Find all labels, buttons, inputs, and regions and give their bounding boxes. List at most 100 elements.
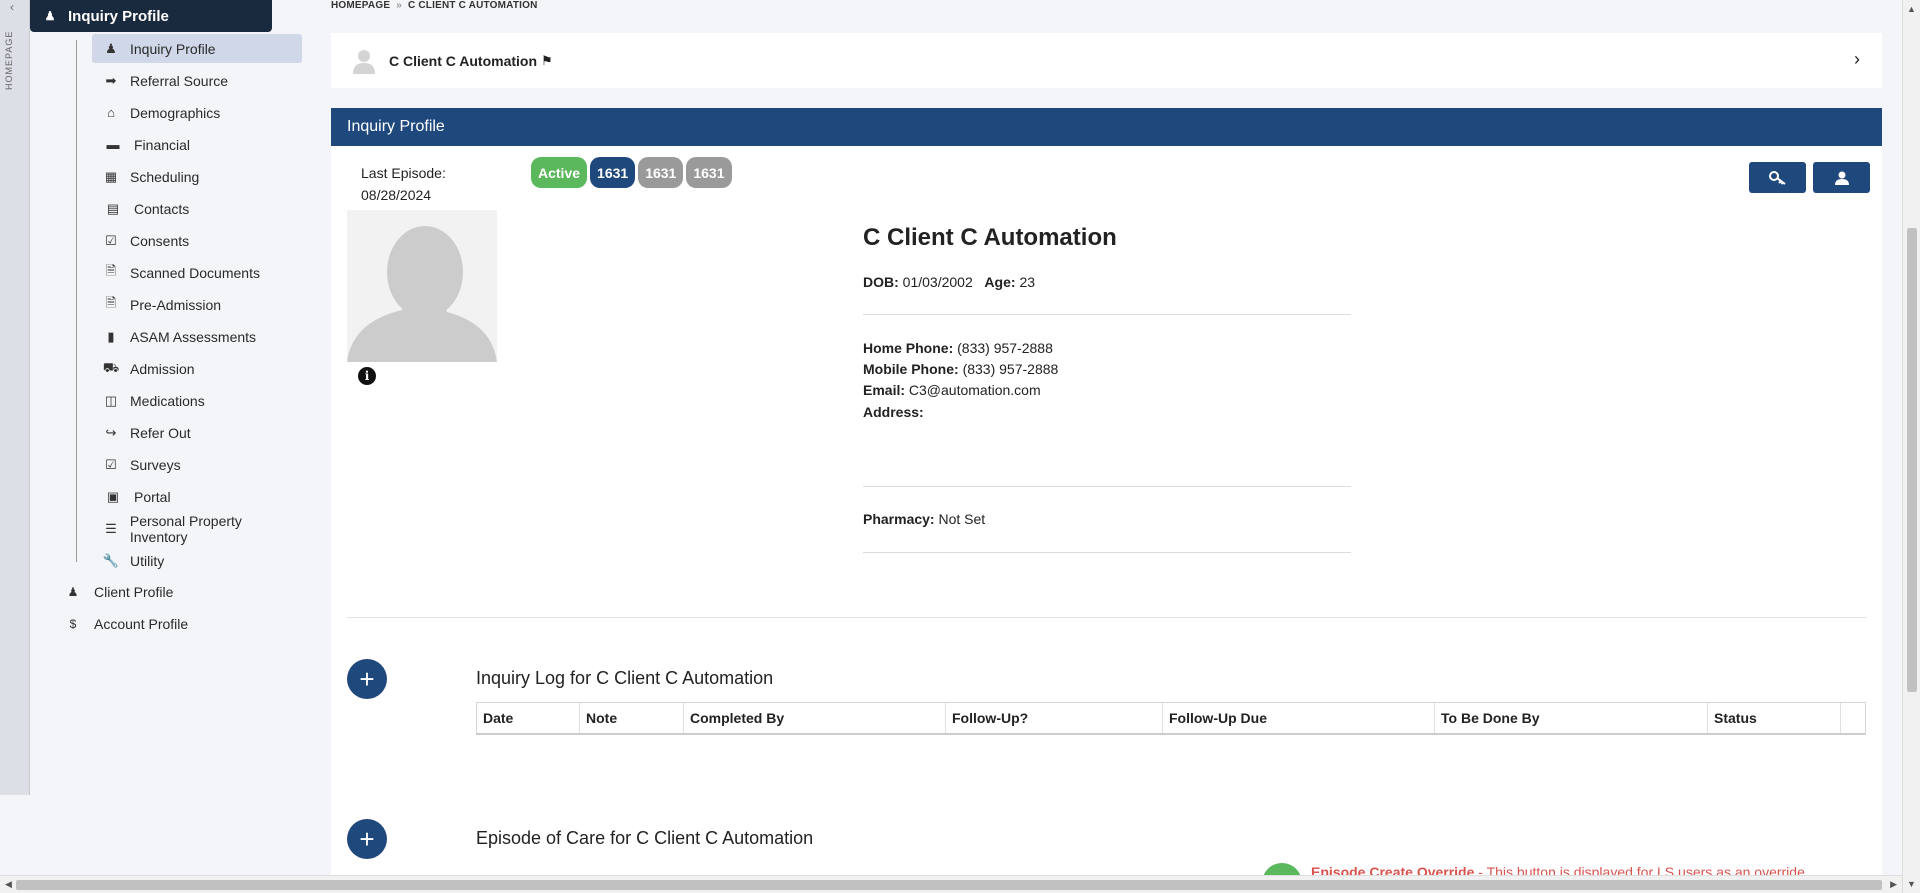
email-line: Email: C3@automation.com	[863, 382, 1041, 398]
client-full-name: C Client C Automation	[863, 224, 1117, 251]
status-badges: Active 1631 1631 1631	[531, 157, 732, 188]
client-header-bar[interactable]: C Client C Automation ⚑ ›	[331, 33, 1882, 88]
sidebar-item-consents[interactable]: ☑ Consents	[92, 226, 302, 255]
id-badge: 1631	[590, 157, 636, 188]
sidebar-item-utility[interactable]: 🔧 Utility	[92, 546, 302, 575]
scroll-up-icon[interactable]: ▲	[1907, 4, 1916, 14]
sidebar-item-label: Portal	[134, 488, 171, 505]
sidebar-item-demographics[interactable]: ⌂ Demographics	[92, 98, 302, 127]
column-header-follow-up-due[interactable]: Follow-Up Due	[1163, 703, 1435, 733]
last-episode: Last Episode: 08/28/2024	[361, 162, 446, 206]
sidebar-item-label: Consents	[130, 232, 190, 249]
home-phone-line: Home Phone: (833) 957-2888	[863, 340, 1053, 356]
address-card-icon: ▤	[106, 200, 120, 216]
sidebar-item-admission[interactable]: ⛟ Admission	[92, 354, 302, 383]
sidebar-item-label: Refer Out	[130, 424, 191, 441]
sidebar-item-asam-assessments[interactable]: ▮ ASAM Assessments	[92, 322, 302, 351]
section-divider	[347, 617, 1867, 618]
breadcrumb-separator: »	[396, 0, 402, 11]
sidebar-item-inquiry-profile-active[interactable]: ♟ Inquiry Profile	[30, 0, 272, 32]
info-icon[interactable]: i	[358, 367, 376, 385]
tree-line	[76, 40, 77, 562]
sidebar-item-inquiry-profile[interactable]: ♟ Inquiry Profile	[92, 34, 302, 63]
dob-age-line: DOB: 01/03/2002 Age: 23	[863, 274, 1035, 290]
sidebar-item-medications[interactable]: ◫ Medications	[92, 386, 302, 415]
sidebar-item-account-profile[interactable]: $ Account Profile	[66, 610, 189, 638]
sidebar-item-label: Account Profile	[94, 616, 189, 632]
client-name: C Client C Automation	[389, 52, 538, 69]
email-value[interactable]: C3@automation.com	[909, 382, 1041, 398]
sidebar-item-pre-admission[interactable]: 🗎 Pre-Admission	[92, 290, 302, 319]
sidebar-item-label: Personal Property Inventory	[129, 512, 242, 545]
flag-icon[interactable]: ⚑	[541, 53, 553, 69]
laptop-icon: ▣	[106, 488, 120, 504]
column-header-completed-by[interactable]: Completed By	[684, 703, 946, 733]
column-header-to-be-done-by[interactable]: To Be Done By	[1435, 703, 1708, 733]
user-icon: ♟	[105, 40, 117, 56]
list-icon: ☰	[105, 520, 117, 536]
key-button[interactable]	[1749, 162, 1806, 193]
horizontal-scroll-thumb[interactable]	[16, 880, 1882, 890]
inquiry-log-table-header: Date Note Completed By Follow-Up? Follow…	[476, 702, 1866, 735]
id-badge: 1631	[686, 157, 732, 188]
last-episode-date: 08/28/2024	[361, 187, 432, 203]
id-badge: 1631	[638, 157, 684, 188]
user-icon	[1834, 171, 1849, 185]
column-header-date[interactable]: Date	[477, 703, 580, 733]
sidebar-item-portal[interactable]: ▣ Portal	[92, 482, 302, 511]
pharmacy-value: Not Set	[938, 511, 986, 527]
sidebar-item-label: Surveys	[130, 456, 181, 473]
mobile-phone-line: Mobile Phone: (833) 957-2888	[863, 361, 1058, 377]
client-photo-placeholder[interactable]	[347, 210, 497, 362]
pharmacy-line: Pharmacy: Not Set	[863, 511, 985, 527]
sidebar-item-label: Client Profile	[94, 584, 174, 600]
column-header-status[interactable]: Status	[1708, 703, 1841, 733]
add-episode-button[interactable]: +	[347, 819, 387, 859]
sidebar-item-refer-out[interactable]: ↪ Refer Out	[92, 418, 302, 447]
column-header-follow-up[interactable]: Follow-Up?	[946, 703, 1163, 733]
sign-out-icon: ↪	[105, 424, 117, 440]
sidebar-item-personal-property-inventory[interactable]: ☰ Personal Property Inventory	[92, 512, 302, 545]
add-inquiry-log-button[interactable]: +	[347, 659, 387, 699]
breadcrumb-home[interactable]: HOMEPAGE	[331, 0, 390, 11]
sidebar-item-scanned-documents[interactable]: 🗎 Scanned Documents	[92, 258, 302, 287]
home-icon: ⌂	[107, 105, 115, 120]
plus-icon: +	[359, 664, 375, 694]
sidebar-item-client-profile[interactable]: ♟ Client Profile	[66, 578, 174, 606]
episode-of-care-title: Episode of Care for C Client C Automatio…	[476, 828, 814, 848]
file-icon: 🗎	[105, 294, 117, 310]
sidebar-item-label: Contacts	[134, 200, 190, 217]
sidebar-active-label: Inquiry Profile	[68, 7, 169, 25]
sidebar-item-label: Medications	[130, 392, 205, 409]
chevron-left-icon[interactable]: ‹	[10, 0, 14, 14]
mobile-phone-label: Mobile Phone:	[863, 361, 959, 377]
sidebar-item-financial[interactable]: ▬ Financial	[92, 130, 302, 159]
vertical-scroll-thumb[interactable]	[1907, 228, 1917, 692]
panel-title: Inquiry Profile	[347, 118, 445, 135]
scroll-left-icon[interactable]: ◀	[5, 879, 12, 890]
collapsed-rail[interactable]: ‹ HOMEPAGE	[0, 0, 30, 795]
sidebar-item-label: Demographics	[130, 104, 221, 121]
sidebar-item-surveys[interactable]: ☑ Surveys	[92, 450, 302, 479]
scroll-right-icon[interactable]: ▶	[1890, 879, 1897, 890]
user-icon: ♟	[44, 9, 56, 23]
car-icon: ⛟	[102, 359, 120, 375]
vertical-scrollbar[interactable]: ▲ ▼	[1902, 0, 1920, 893]
sidebar-item-referral-source[interactable]: ➡ Referral Source	[92, 66, 302, 95]
column-header-note[interactable]: Note	[580, 703, 684, 733]
sidebar-item-label: Scheduling	[130, 168, 200, 185]
sidebar-item-scheduling[interactable]: ▦ Scheduling	[92, 162, 302, 191]
file-icon: 🗎	[105, 262, 117, 278]
user-button[interactable]	[1813, 162, 1870, 193]
scroll-down-icon[interactable]: ▼	[1907, 879, 1916, 889]
credit-card-icon: ▬	[106, 137, 120, 152]
email-label: Email:	[863, 382, 906, 398]
sidebar-item-contacts[interactable]: ▤ Contacts	[92, 194, 302, 223]
rail-homepage-label[interactable]: HOMEPAGE	[4, 30, 14, 90]
chevron-right-icon[interactable]: ›	[1854, 49, 1860, 70]
avatar	[353, 48, 375, 74]
sign-in-icon: ➡	[105, 72, 117, 88]
home-phone-value: (833) 957-2888	[957, 340, 1053, 356]
age-value: 23	[1019, 274, 1036, 290]
horizontal-scrollbar[interactable]: ◀ ▶	[0, 875, 1902, 893]
